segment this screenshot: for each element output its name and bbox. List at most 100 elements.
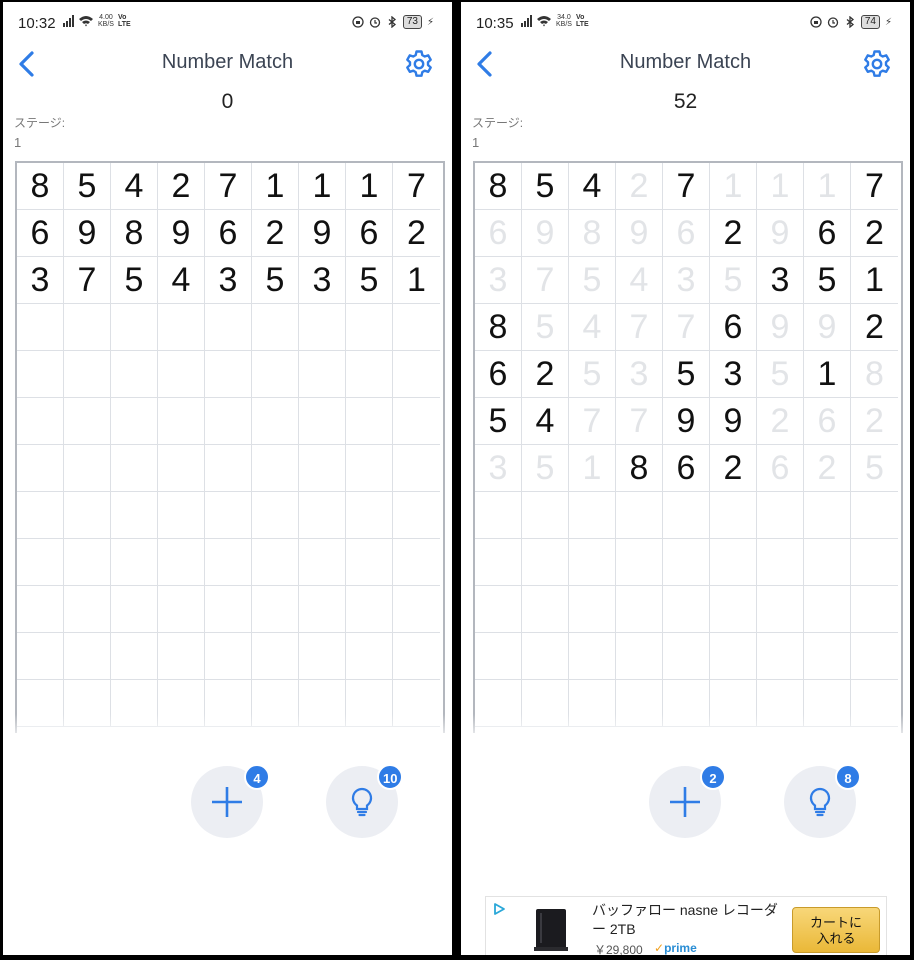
number-cell[interactable]: 5: [475, 398, 522, 445]
number-cell[interactable]: 7: [393, 163, 440, 210]
number-cell[interactable]: 1: [299, 163, 346, 210]
number-cell[interactable]: 2: [710, 210, 757, 257]
cleared-number-cell: 5: [569, 257, 616, 304]
number-cell[interactable]: 6: [205, 210, 252, 257]
number-cell[interactable]: 8: [17, 163, 64, 210]
number-cell[interactable]: 5: [252, 257, 299, 304]
ad-product-title: バッファロー nasne レコーダー 2TB: [592, 902, 778, 937]
cleared-number-cell: 5: [522, 445, 569, 492]
number-cell[interactable]: 8: [111, 210, 158, 257]
empty-cell: [252, 586, 299, 633]
page-title: Number Match: [619, 51, 752, 73]
cleared-number-cell: 3: [663, 257, 710, 304]
cleared-number-cell: 6: [757, 445, 804, 492]
empty-cell: [299, 398, 346, 445]
number-cell[interactable]: 5: [346, 257, 393, 304]
ad-banner[interactable]: バッファロー nasne レコーダー 2TB ￥29,800 ✓prime カー…: [485, 896, 887, 955]
empty-cell: [111, 445, 158, 492]
empty-cell: [158, 586, 205, 633]
number-cell[interactable]: 2: [710, 445, 757, 492]
empty-cell: [17, 304, 64, 351]
number-cell[interactable]: 6: [663, 445, 710, 492]
empty-cell: [111, 492, 158, 539]
number-cell[interactable]: 9: [710, 398, 757, 445]
status-time: 10:32: [18, 15, 56, 32]
number-cell[interactable]: 7: [64, 257, 111, 304]
number-cell[interactable]: 9: [64, 210, 111, 257]
cleared-number-cell: 1: [757, 163, 804, 210]
number-cell[interactable]: 9: [299, 210, 346, 257]
number-cell[interactable]: 4: [111, 163, 158, 210]
number-cell[interactable]: 4: [569, 163, 616, 210]
ad-choices-icon[interactable]: [492, 902, 506, 916]
empty-cell: [111, 304, 158, 351]
empty-cell: [299, 445, 346, 492]
empty-cell: [64, 586, 111, 633]
empty-cell: [757, 586, 804, 633]
hint-count-badge: 10: [377, 764, 404, 790]
number-cell[interactable]: 7: [663, 163, 710, 210]
empty-cell: [205, 351, 252, 398]
empty-cell: [346, 492, 393, 539]
empty-cell: [393, 586, 440, 633]
empty-cell: [299, 304, 346, 351]
empty-cell: [616, 586, 663, 633]
number-cell[interactable]: 2: [393, 210, 440, 257]
number-cell[interactable]: 5: [663, 351, 710, 398]
gear-icon[interactable]: [862, 49, 892, 79]
empty-cell: [111, 398, 158, 445]
number-cell[interactable]: 6: [475, 351, 522, 398]
number-cell[interactable]: 1: [346, 163, 393, 210]
gear-icon[interactable]: [404, 49, 434, 79]
number-cell[interactable]: 6: [804, 210, 851, 257]
number-cell[interactable]: 3: [299, 257, 346, 304]
empty-cell: [205, 586, 252, 633]
empty-cell: [205, 539, 252, 586]
number-cell[interactable]: 5: [522, 163, 569, 210]
alarm-icon: [827, 17, 838, 28]
cleared-number-cell: 8: [569, 210, 616, 257]
number-cell[interactable]: 8: [616, 445, 663, 492]
wifi-icon: [537, 16, 551, 27]
add-to-cart-button[interactable]: カートに 入れる: [792, 907, 880, 953]
number-cell[interactable]: 6: [17, 210, 64, 257]
number-cell[interactable]: 1: [851, 257, 898, 304]
number-cell[interactable]: 3: [710, 351, 757, 398]
empty-cell: [475, 492, 522, 539]
number-cell[interactable]: 9: [663, 398, 710, 445]
number-cell[interactable]: 1: [252, 163, 299, 210]
number-cell[interactable]: 2: [522, 351, 569, 398]
number-cell[interactable]: 2: [851, 210, 898, 257]
number-grid: 8542711176989629623754353518547769926253…: [473, 161, 903, 733]
empty-cell: [111, 633, 158, 680]
number-cell[interactable]: 6: [710, 304, 757, 351]
number-cell[interactable]: 2: [851, 304, 898, 351]
number-cell[interactable]: 7: [851, 163, 898, 210]
number-cell[interactable]: 3: [757, 257, 804, 304]
number-cell[interactable]: 7: [205, 163, 252, 210]
cleared-number-cell: 7: [569, 398, 616, 445]
number-cell[interactable]: 1: [393, 257, 440, 304]
number-cell[interactable]: 8: [475, 304, 522, 351]
number-cell[interactable]: 5: [64, 163, 111, 210]
number-cell[interactable]: 3: [205, 257, 252, 304]
number-cell[interactable]: 4: [158, 257, 205, 304]
empty-cell: [64, 633, 111, 680]
number-cell[interactable]: 1: [804, 351, 851, 398]
empty-cell: [663, 539, 710, 586]
number-cell[interactable]: 6: [346, 210, 393, 257]
empty-cell: [111, 539, 158, 586]
empty-cell: [393, 539, 440, 586]
number-cell[interactable]: 8: [475, 163, 522, 210]
empty-cell: [64, 304, 111, 351]
number-cell[interactable]: 9: [158, 210, 205, 257]
number-cell[interactable]: 2: [252, 210, 299, 257]
number-cell[interactable]: 5: [804, 257, 851, 304]
number-cell[interactable]: 2: [158, 163, 205, 210]
cleared-number-cell: 2: [804, 445, 851, 492]
empty-cell: [64, 492, 111, 539]
number-cell[interactable]: 5: [111, 257, 158, 304]
number-cell[interactable]: 4: [522, 398, 569, 445]
prime-badge: ✓prime: [654, 941, 697, 955]
number-cell[interactable]: 3: [17, 257, 64, 304]
